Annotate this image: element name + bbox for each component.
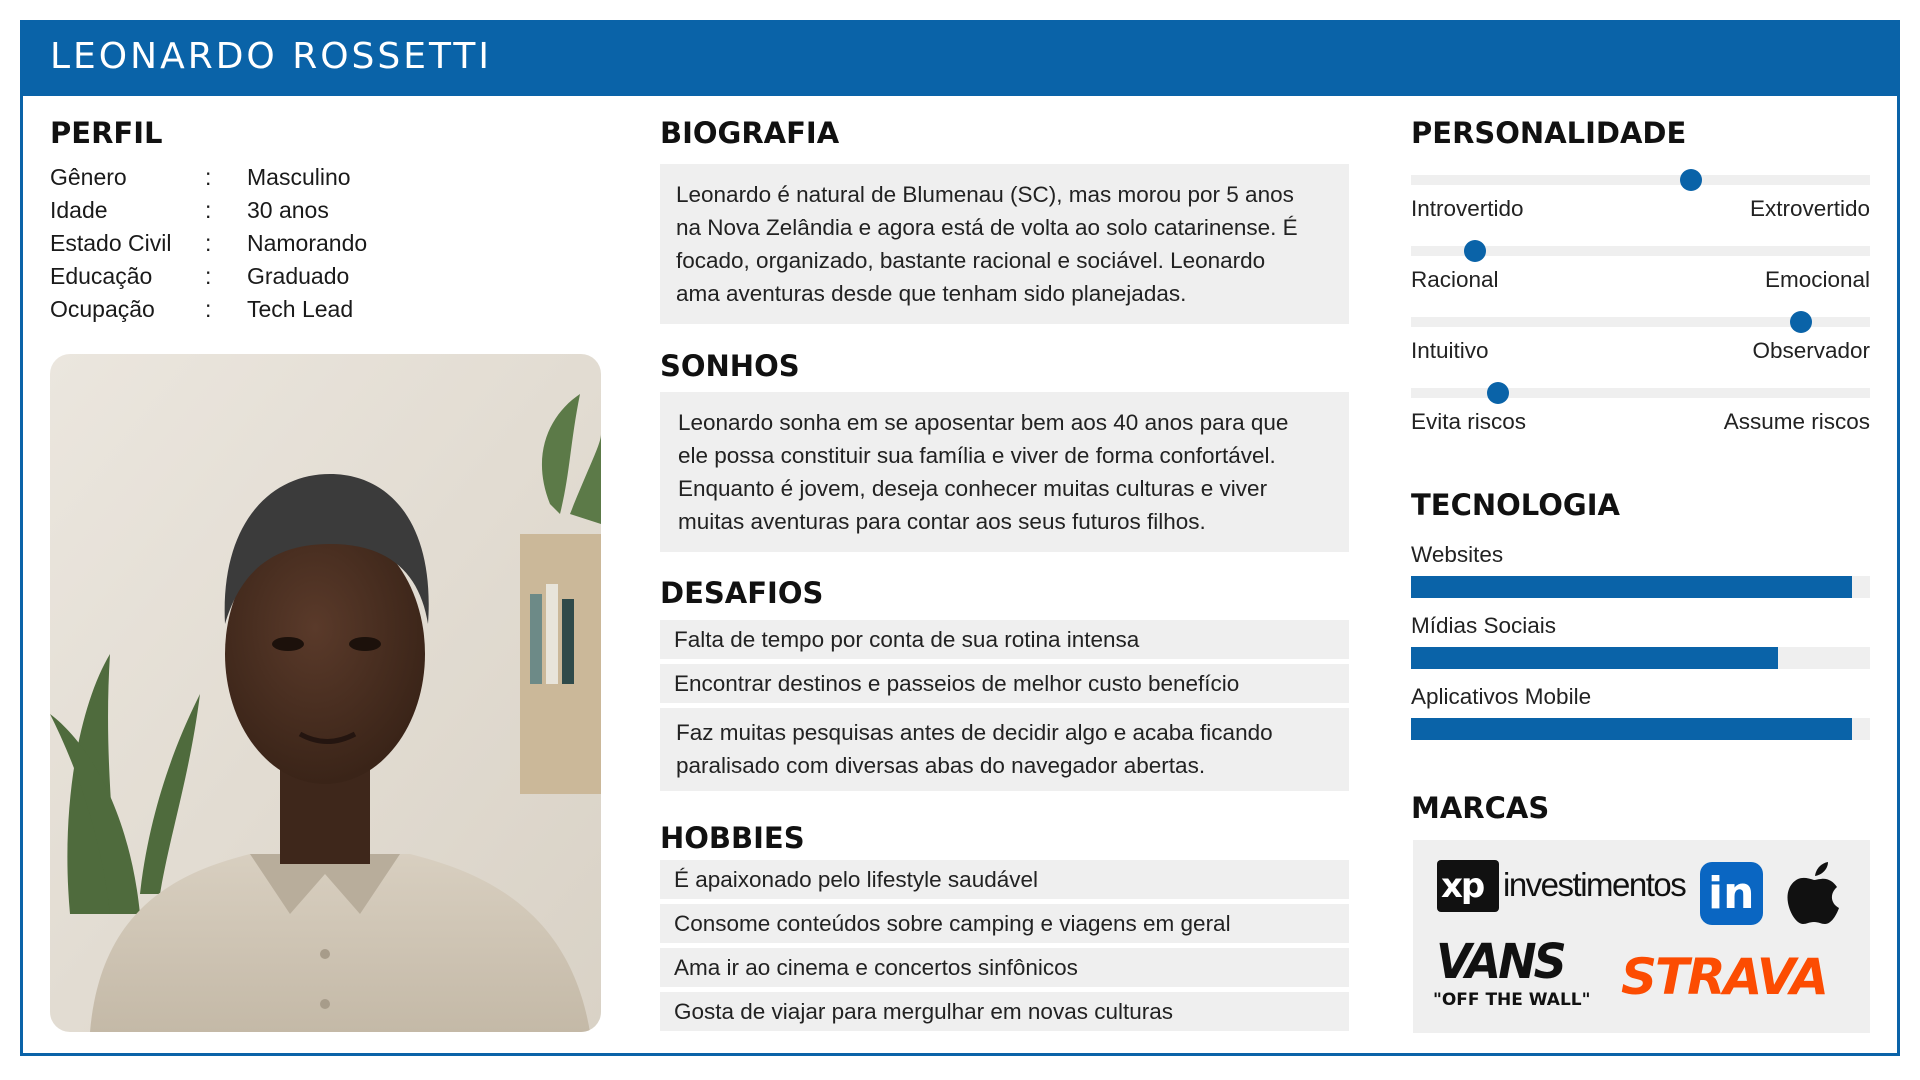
tech-bar-track [1411,576,1870,598]
hobby-text: Gosta de viajar para mergulhar em novas … [674,999,1173,1024]
biografia-line: focado, organizado, bastante racional e … [676,248,1266,273]
sonhos-line: Leonardo sonha em se aposentar bem aos 4… [678,410,1289,435]
desafio-text: Encontrar destinos e passeios de melhor … [674,671,1240,696]
perfil-value: Masculino [247,164,351,190]
portrait-illustration [50,354,601,1032]
trait-slider-dot [1790,311,1813,333]
apple-logo [1787,862,1839,924]
perfil-sep: : [205,296,212,322]
vans-logo: VANS "OFF THE WALL" [1433,932,1591,1010]
trait-right-label: Assume riscos [1723,409,1870,434]
sonhos-box: Leonardo sonha em se aposentar bem aos 4… [660,392,1349,552]
biografia-title: BIOGRAFIA [660,116,840,150]
perfil-key: Idade [50,197,108,223]
sonhos-line: Enquanto é jovem, deseja conhecer muitas… [678,476,1268,501]
header-bar: LEONARDO ROSSETTI [20,20,1900,96]
xp-investimentos-wordmark: investimentos [1503,866,1687,903]
perfil-row-estado-civil: Estado Civil : Namorando [50,230,367,257]
perfil-sep: : [205,197,212,223]
trait-right-label: Observador [1752,338,1870,363]
tech-label: Aplicativos Mobile [1411,684,1592,709]
trait-slider-track [1411,311,1870,333]
desafio-item: Faz muitas pesquisas antes de decidir al… [660,708,1349,791]
tech-label: Websites [1411,542,1504,567]
trait-slider-dot [1679,169,1702,191]
biografia-line: Leonardo é natural de Blumenau (SC), mas… [676,182,1294,207]
trait-left-label: Racional [1411,267,1499,292]
perfil-value: 30 anos [247,197,329,223]
perfil-row-ocupacao: Ocupação : Tech Lead [50,296,353,323]
tech-bar-fill [1411,647,1779,669]
tech-bar-fill [1411,718,1852,740]
trait-left-label: Introvertido [1411,196,1524,221]
tech-bar-track [1411,718,1870,740]
perfil-value: Tech Lead [247,296,354,322]
perfil-sep: : [205,263,212,289]
hobbies-title: HOBBIES [660,821,805,855]
sonhos-line: ele possa constituir sua família e viver… [678,443,1276,468]
trait-right-label: Emocional [1764,267,1870,292]
desafio-text: Faz muitas pesquisas antes de decidir al… [676,720,1273,745]
perfil-value: Graduado [247,263,350,289]
trait-slider-track [1411,240,1870,262]
trait-slider-track [1411,382,1870,404]
desafios-title: DESAFIOS [660,576,824,610]
perfil-key: Ocupação [50,296,155,322]
perfil-row-genero: Gênero : Masculino [50,164,351,191]
biografia-line: na Nova Zelândia e agora está de volta a… [676,215,1298,240]
perfil-value: Namorando [247,230,368,256]
marcas-title: MARCAS [1411,791,1550,825]
desafio-item: Falta de tempo por conta de sua rotina i… [660,620,1349,659]
hobby-item: Consome conteúdos sobre camping e viagen… [660,904,1349,943]
linkedin-logo: in [1700,862,1763,925]
perfil-sep: : [205,164,212,190]
hobby-text: Ama ir ao cinema e concertos sinfônicos [674,955,1078,980]
perfil-key: Gênero [50,164,127,190]
tech-bar-track [1411,647,1870,669]
personalidade-title: PERSONALIDADE [1411,116,1687,150]
perfil-row-educacao: Educação : Graduado [50,263,349,290]
desafio-text: Falta de tempo por conta de sua rotina i… [674,627,1140,652]
perfil-row-idade: Idade : 30 anos [50,197,329,224]
hobby-item: Gosta de viajar para mergulhar em novas … [660,992,1349,1031]
xp-investimentos-logo: xp [1437,860,1499,912]
persona-name: LEONARDO ROSSETTI [50,36,492,77]
perfil-title: PERFIL [50,116,163,150]
perfil-key: Educação [50,263,153,289]
persona-photo [50,354,601,1032]
biografia-box: Leonardo é natural de Blumenau (SC), mas… [660,164,1349,324]
strava-logo: STRAVA [1621,948,1829,1006]
sonhos-title: SONHOS [660,349,800,383]
trait-right-label: Extrovertido [1749,196,1870,221]
hobby-item: Ama ir ao cinema e concertos sinfônicos [660,948,1349,987]
trait-left-label: Intuitivo [1411,338,1489,363]
tech-bar-fill [1411,576,1852,598]
perfil-sep: : [205,230,212,256]
trait-left-label: Evita riscos [1411,409,1527,434]
brands-panel: xp investimentos in VANS "OFF THE WALL" … [1413,840,1870,1033]
tech-label: Mídias Sociais [1411,613,1557,638]
hobby-item: É apaixonado pelo lifestyle saudável [660,860,1349,899]
hobby-text: É apaixonado pelo lifestyle saudável [674,867,1038,892]
biografia-line: ama aventuras desde que tenham sido plan… [676,281,1187,306]
sonhos-line: muitas aventuras para contar aos seus fu… [678,509,1206,534]
perfil-key: Estado Civil [50,230,172,256]
desafio-item: Encontrar destinos e passeios de melhor … [660,664,1349,703]
tecnologia-title: TECNOLOGIA [1411,488,1620,522]
desafio-text: paralisado com diversas abas do navegado… [676,753,1206,778]
hobby-text: Consome conteúdos sobre camping e viagen… [674,911,1231,936]
trait-slider-track [1411,169,1870,191]
